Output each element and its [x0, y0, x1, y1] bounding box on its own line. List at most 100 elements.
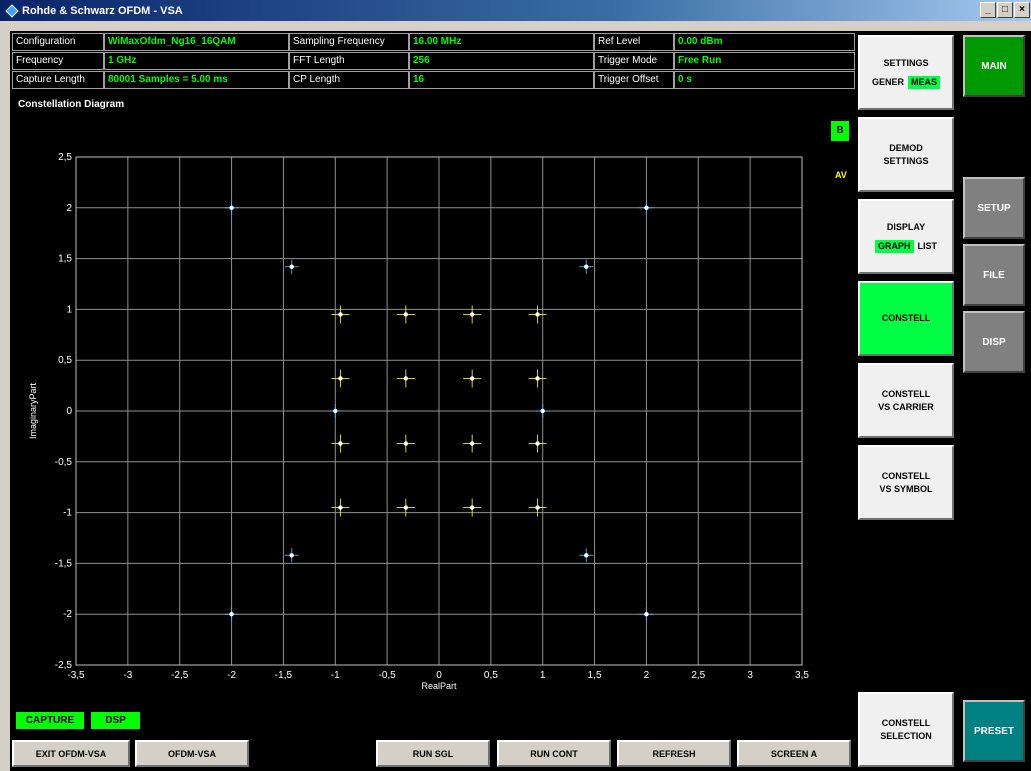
- trigger-mode-value: Free Run: [674, 52, 855, 70]
- y-tick-label: 2,5: [58, 152, 72, 163]
- constell-selection-softkey[interactable]: CONSTELL SELECTION: [858, 692, 954, 767]
- screen-a-button[interactable]: SCREEN A: [737, 740, 851, 767]
- x-tick-label: 3: [747, 670, 753, 681]
- measurement-info-table: Configuration WiMaxOfdm_Ng16_16QAM Frequ…: [12, 33, 855, 91]
- y-tick-label: 2: [66, 203, 72, 214]
- constell-vs-carrier-softkey[interactable]: CONSTELL VS CARRIER: [858, 363, 954, 438]
- minimize-button[interactable]: _: [980, 2, 996, 18]
- data-point: [535, 376, 540, 381]
- data-point: [540, 408, 545, 414]
- trigger-offset-value: 0 s: [674, 71, 855, 89]
- file-hardkey[interactable]: FILE: [963, 244, 1025, 306]
- frequency-value: 1 GHz: [104, 52, 289, 70]
- x-tick-label: -1,5: [275, 670, 293, 681]
- configuration-value: WiMaxOfdm_Ng16_16QAM: [104, 33, 289, 51]
- configuration-label: Configuration: [12, 33, 104, 51]
- y-tick-label: 0: [66, 406, 72, 417]
- y-tick-label: 1: [66, 304, 72, 315]
- fft-length-label: FFT Length: [289, 52, 409, 70]
- data-point: [338, 376, 343, 381]
- y-axis-label: ImaginaryPart: [28, 382, 38, 439]
- constell-symbol-line1: CONSTELL: [881, 470, 931, 481]
- plot-title: Constellation Diagram: [18, 99, 125, 110]
- y-tick-label: -1: [63, 508, 72, 519]
- data-point: [338, 441, 343, 446]
- trigger-offset-label: Trigger Offset: [594, 71, 674, 89]
- capture-length-value: 80001 Samples = 5.00 ms: [104, 71, 289, 89]
- data-point: [403, 376, 409, 381]
- constell-carrier-line2: VS CARRIER: [878, 401, 934, 412]
- data-point: [584, 264, 589, 269]
- x-axis-label: RealPart: [421, 681, 457, 691]
- sampling-frequency-value: 16.00 MHz: [409, 33, 594, 51]
- x-tick-label: -3: [123, 670, 132, 681]
- fft-length-value: 256: [409, 52, 594, 70]
- exit-ofdm-vsa-button[interactable]: EXIT OFDM-VSA: [12, 740, 130, 767]
- settings-toggle: GENER MEAS: [872, 75, 941, 89]
- refresh-button[interactable]: REFRESH: [617, 740, 731, 767]
- constell-softkey[interactable]: CONSTELL: [858, 281, 954, 356]
- close-button[interactable]: ×: [1014, 2, 1030, 18]
- data-point: [333, 408, 338, 414]
- x-tick-label: -2,5: [171, 670, 189, 681]
- constell-carrier-line1: CONSTELL: [881, 388, 931, 399]
- y-tick-label: -1,5: [55, 558, 73, 569]
- average-badge: AV: [835, 170, 847, 180]
- constell-vs-symbol-softkey[interactable]: CONSTELL VS SYMBOL: [858, 445, 954, 520]
- run-cont-button[interactable]: RUN CONT: [497, 740, 611, 767]
- data-point: [469, 441, 475, 446]
- settings-softkey[interactable]: SETTINGS GENER MEAS: [858, 35, 954, 110]
- data-point: [403, 441, 409, 446]
- title-bar: Rohde & Schwarz OFDM - VSA: [0, 0, 1031, 21]
- data-point: [289, 553, 294, 558]
- cp-length-value: 16: [409, 71, 594, 89]
- constellation-plot: -3,5 -3 -2,5 -2 -1,5 -1 -0,5 0 0,5 1 1,5 2 2,5 3 3,5 2,…: [28, 152, 809, 691]
- display-softkey[interactable]: DISPLAY GRAPH LIST: [858, 199, 954, 274]
- setup-hardkey[interactable]: SETUP: [963, 177, 1025, 239]
- capture-length-label: Capture Length: [12, 71, 104, 89]
- x-tick-label: -1: [331, 670, 340, 681]
- x-tick-label: 2: [644, 670, 650, 681]
- data-point: [229, 612, 234, 617]
- ofdm-vsa-button[interactable]: OFDM-VSA: [135, 740, 249, 767]
- dsp-status: DSP: [91, 712, 140, 729]
- maximize-button[interactable]: □: [997, 2, 1013, 18]
- demod-settings-softkey[interactable]: DEMOD SETTINGS: [858, 117, 954, 192]
- settings-meas-option: MEAS: [908, 75, 941, 89]
- x-tick-label: 2,5: [691, 670, 705, 681]
- data-point: [535, 312, 540, 317]
- trace-badge-b: B: [831, 121, 849, 141]
- data-point: [229, 205, 234, 210]
- data-point: [535, 441, 540, 446]
- constell-selection-line1: CONSTELL: [881, 717, 931, 728]
- constell-selection-line2: SELECTION: [880, 730, 932, 741]
- data-point: [584, 553, 589, 558]
- y-tick-label: -0,5: [55, 457, 73, 468]
- x-tick-label: 3,5: [795, 670, 809, 681]
- ref-level-value: 0.00 dBm: [674, 33, 855, 51]
- x-tick-label: 0,5: [484, 670, 498, 681]
- y-tick-label: 0,5: [58, 355, 72, 366]
- disp-hardkey[interactable]: DISP: [963, 311, 1025, 373]
- preset-hardkey[interactable]: PRESET: [963, 700, 1025, 762]
- demod-label-line2: SETTINGS: [883, 155, 929, 166]
- display-graph-option: GRAPH: [874, 239, 914, 253]
- trigger-mode-label: Trigger Mode: [594, 52, 674, 70]
- data-point: [469, 376, 475, 381]
- demod-label-line1: DEMOD: [889, 142, 923, 153]
- main-hardkey[interactable]: MAIN: [963, 35, 1025, 97]
- data-point: [289, 264, 294, 269]
- capture-status: CAPTURE: [16, 712, 84, 729]
- x-tick-label: -2: [227, 670, 236, 681]
- data-point: [644, 205, 649, 210]
- run-sgl-button[interactable]: RUN SGL: [376, 740, 490, 767]
- data-point: [644, 612, 649, 617]
- data-point: [535, 505, 540, 510]
- ref-level-label: Ref Level: [594, 33, 674, 51]
- display-list-option: LIST: [917, 240, 938, 251]
- x-tick-label: 1,5: [588, 670, 602, 681]
- settings-label: SETTINGS: [883, 57, 929, 68]
- display-toggle: GRAPH LIST: [874, 239, 938, 253]
- y-tick-label: 1,5: [58, 254, 72, 265]
- sampling-frequency-label: Sampling Frequency: [289, 33, 409, 51]
